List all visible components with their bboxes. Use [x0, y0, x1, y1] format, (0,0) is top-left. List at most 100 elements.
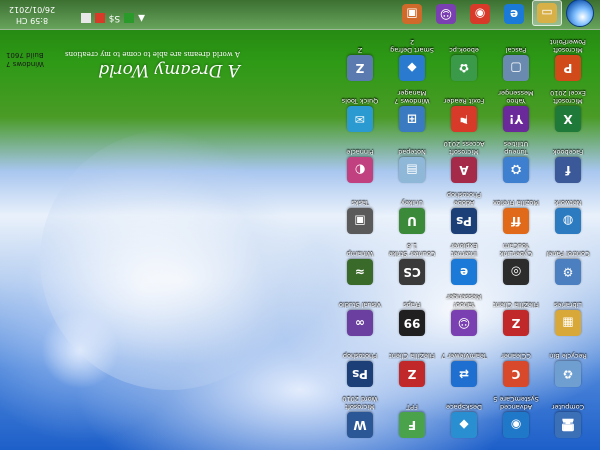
desktop-icon-label: Counter Strike 1.6 — [388, 242, 436, 258]
desktop-icon-label: Notepad — [398, 148, 426, 155]
tray-overflow-chevron[interactable]: ▲ — [138, 13, 145, 23]
desktop-icon[interactable]: ▣ Tasks — [336, 183, 384, 234]
desktop-icon-label: TeamViewer 7 — [441, 352, 487, 359]
desktop-icon-label: Facebook — [552, 148, 584, 155]
notepad-icon: ▤ — [399, 157, 425, 183]
chrome-icon: ◉ — [470, 4, 490, 24]
desktop-icon[interactable]: ff Mozilla Firefox — [492, 183, 540, 234]
computer-icon: 🖥 — [555, 412, 581, 438]
desktop-icon[interactable]: ✉ Quick Tools — [336, 81, 384, 132]
desktop-icon[interactable]: Z FileZilla Client — [388, 336, 436, 387]
taskbar-app-windows-explorer[interactable]: ▭ — [532, 0, 562, 26]
windows-build-watermark: Windows 7 Build 7601 — [6, 50, 72, 68]
desktop-icon-label: FPT — [406, 403, 418, 410]
z-icon: Z — [347, 55, 373, 81]
photoshop-icon: Ps — [347, 361, 373, 387]
desktop-icon-label: Tuneup Utilities — [503, 140, 529, 156]
control-panel-icon: ⚙ — [555, 259, 581, 285]
desktop-icon[interactable]: Y! Yahoo Messenger — [492, 81, 540, 132]
desktop-icon-label: Libraries — [553, 301, 583, 308]
desktop-icon[interactable]: A Microsoft Access 2010 — [440, 132, 488, 183]
taskbar-app-taskbar-app-5[interactable]: ▣ — [398, 2, 426, 26]
tray-volume-text[interactable]: S$ — [109, 13, 120, 23]
start-button[interactable] — [566, 0, 594, 27]
desktop-icon[interactable]: ∞ Visual Studio — [336, 285, 384, 336]
desktop-icon[interactable]: P Microsoft PowerPoint — [544, 30, 592, 81]
messenger-icon: ☺ — [451, 310, 477, 336]
desktop-icon[interactable]: ⇄ TeamViewer 7 — [440, 336, 488, 387]
desktop-icon[interactable]: W Microsoft Word 2010 — [336, 387, 384, 438]
tuneup-icon: ⛭ — [503, 157, 529, 183]
desktop-icon[interactable]: ◍ Network — [544, 183, 592, 234]
windows-manager-icon: ⊞ — [399, 106, 425, 132]
desktop-icon-label: Recycle Bin — [549, 352, 587, 359]
tray-adobe-icon[interactable] — [94, 13, 105, 23]
taskbar-clock[interactable]: 8:59 CH 26/01/2012 — [4, 4, 60, 26]
desktop-icon[interactable]: F FPT — [388, 387, 436, 438]
desktop-icon[interactable]: ◆ DeskSpace — [440, 387, 488, 438]
desktop: A Dreamy World A world dreams are able t… — [0, 0, 600, 450]
desktop-icon-label: Yahoo Messenger — [498, 89, 534, 105]
desktop-icon-label: Microsoft Access 2010 — [443, 140, 485, 156]
desktop-icon[interactable]: ☺ Yahoo! Messenger — [440, 285, 488, 336]
fraps-icon: 99 — [399, 310, 425, 336]
taskbar-app-chrome[interactable]: ◉ — [466, 2, 494, 26]
desktop-icon[interactable]: CS Counter Strike 1.6 — [388, 234, 436, 285]
desktop-icon[interactable]: ✿ ebook.pc — [440, 30, 488, 81]
desktop-icon[interactable]: Ps Photoshop — [336, 336, 384, 387]
desktop-icon[interactable]: Z FileZilla Client — [492, 285, 540, 336]
desktop-icon[interactable]: ZZ — [336, 30, 384, 81]
desktop-icon-label: FileZilla Client — [389, 352, 435, 359]
folder-icon: ▭ — [537, 3, 557, 23]
desktop-icon[interactable]: e Internet Explorer — [440, 234, 488, 285]
desktop-icon[interactable]: ▦ Libraries — [544, 285, 592, 336]
desktop-icon[interactable]: f Facebook — [544, 132, 592, 183]
messenger-icon: ☺ — [436, 4, 456, 24]
desktop-icon[interactable]: ⊞ Windows 7 Manager — [388, 81, 436, 132]
desktop-icon[interactable]: ⚑ Foxit Reader — [440, 81, 488, 132]
facebook-icon: f — [555, 157, 581, 183]
fpt-icon: F — [399, 412, 425, 438]
yahoo-icon: Y! — [503, 106, 529, 132]
ebook-icon: ✿ — [451, 55, 477, 81]
desktop-icon-label: Computer — [551, 403, 585, 410]
wallpaper-subtitle: A world dreams are able to come to my cr… — [65, 50, 240, 58]
desktop-icon[interactable]: X Microsoft Excel 2010 — [544, 81, 592, 132]
desktop-icon-label: Quick Tools — [341, 97, 379, 104]
winamp-icon: ≈ — [347, 259, 373, 285]
desktop-icon[interactable]: ♻ Recycle Bin — [544, 336, 592, 387]
desktop-icon[interactable]: U Unikey — [388, 183, 436, 234]
desktop-icon[interactable]: ⚙ Control Panel — [544, 234, 592, 285]
taskbar: ▭ e ◉ ☺ ▣ ▲ S$ 8:59 CH 26/01/2012 — [0, 0, 600, 30]
taskbar-app-messenger[interactable]: ☺ — [432, 2, 460, 26]
tray-network-icon[interactable] — [80, 13, 91, 23]
desktop-icon[interactable]: ◐ Pinnacle — [336, 132, 384, 183]
excel-icon: X — [555, 106, 581, 132]
systemcare-icon: ◉ — [503, 412, 529, 438]
smart-defrag-icon: ◆ — [399, 55, 425, 81]
tray-app-icon[interactable] — [124, 13, 135, 23]
desktop-icon[interactable]: ◆ Smart Defrag 2 — [388, 30, 436, 81]
desktop-icon[interactable]: ▢ Pascal — [492, 30, 540, 81]
desktop-icon-label: Microsoft Word 2010 — [342, 395, 378, 411]
desktop-icon[interactable]: ◉ Advanced SystemCare 5 — [492, 387, 540, 438]
youcam-icon: ◎ — [503, 259, 529, 285]
desktop-icon[interactable]: 🖥 Computer — [544, 387, 592, 438]
clock-date: 26/01/2012 — [8, 5, 56, 14]
desktop-icon[interactable]: C CCleaner — [492, 336, 540, 387]
taskbar-app-internet-explorer[interactable]: e — [500, 2, 528, 26]
desktop-icon-label: CCleaner — [501, 352, 531, 359]
desktop-icon-label: DeskSpace — [446, 403, 482, 410]
desktop-icon-label: Winamp — [346, 250, 374, 257]
desktop-icon[interactable]: ▤ Notepad — [388, 132, 436, 183]
desktop-icon-label: Z — [357, 46, 363, 53]
desktop-icon[interactable]: ⛭ Tuneup Utilities — [492, 132, 540, 183]
desktop-icon[interactable]: ≈ Winamp — [336, 234, 384, 285]
desktop-icon-label: Advanced SystemCare 5 — [493, 395, 539, 411]
internet-explorer-icon: e — [504, 4, 524, 24]
desktop-icon[interactable]: 99 Fraps — [388, 285, 436, 336]
desktop-icon[interactable]: Ps Adobe Photoshop — [440, 183, 488, 234]
desktop-icon-label: Control Panel — [546, 250, 590, 257]
desktop-icon-label: Adobe Photoshop — [446, 191, 482, 207]
desktop-icon[interactable]: ◎ CyberLink YouCam — [492, 234, 540, 285]
